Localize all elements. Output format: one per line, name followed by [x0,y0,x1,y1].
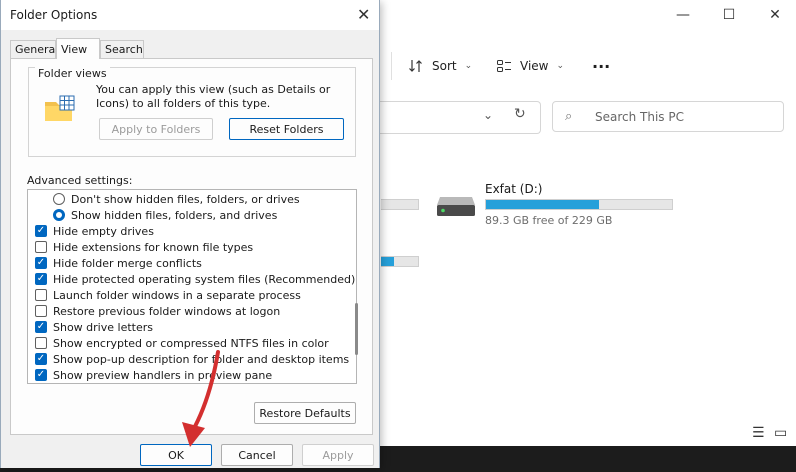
checkbox-option[interactable]: ✓ Show preview handlers in preview pane [35,367,272,383]
checkbox-checked-icon[interactable]: ✓ [35,273,47,285]
checkbox-checked-icon[interactable]: ✓ [35,321,47,333]
search-icon: ⌕ [565,109,573,124]
drive-usage-bar [485,199,673,210]
sort-icon [409,60,422,72]
view-icon [497,60,511,72]
radio-selected-icon[interactable] [53,209,65,221]
drive-usage-fill [486,200,600,209]
checkbox-option[interactable]: ✓ Hide protected operating system files (… [35,271,355,287]
search-input[interactable] [593,108,777,125]
option-label: Restore previous folder windows at logon [53,304,281,318]
reset-folders-button[interactable]: Reset Folders [229,118,344,140]
checkbox-unchecked-icon[interactable] [35,305,47,317]
checkbox-checked-icon[interactable]: ✓ [35,225,47,237]
drive-name: Exfat (D:) [485,182,543,196]
restore-defaults-button[interactable]: Restore Defaults [254,402,356,424]
folder-icon [45,95,75,121]
minimize-button[interactable]: — [660,2,706,28]
sort-button[interactable]: Sort ⌄ [408,54,472,78]
drive-free-space: 89.3 GB free of 229 GB [485,214,613,227]
folder-views-title: Folder views [35,67,110,80]
refresh-icon[interactable]: ↻ [514,106,526,122]
radio-unselected-icon[interactable] [53,193,65,205]
option-label: Show hidden files, folders, and drives [71,208,278,222]
checkbox-option[interactable]: ✓ Show drive letters [35,319,153,335]
checkbox-option[interactable]: Hide extensions for known file types [35,239,253,255]
option-label: Hide extensions for known file types [53,240,254,254]
hard-drive-icon [437,197,475,216]
address-history-chevron-icon[interactable]: ⌄ [483,108,493,122]
tiles-view-icon[interactable]: ▭ [774,425,787,441]
option-label: Show preview handlers in preview pane [53,368,273,382]
more-options-button[interactable]: ··· [592,54,610,78]
checkbox-unchecked-icon[interactable] [35,241,47,253]
drive-usage-bar-partial [381,199,419,210]
checkbox-checked-icon[interactable]: ✓ [35,369,47,381]
option-label: Don't show hidden files, folders, or dri… [71,192,300,206]
command-separator [391,52,392,80]
folder-views-description: You can apply this view (such as Details… [96,83,331,110]
apply-to-folders-button[interactable]: Apply to Folders [99,118,213,140]
tab-search[interactable]: Search [100,40,144,58]
option-label: Launch folder windows in a separate proc… [53,288,301,302]
checkbox-unchecked-icon[interactable] [35,289,47,301]
radio-option[interactable]: Show hidden files, folders, and drives [53,207,277,223]
checkbox-option[interactable]: ✓ Hide folder merge conflicts [35,255,202,271]
checkbox-option[interactable]: Show encrypted or compressed NTFS files … [35,335,329,351]
checkbox-checked-icon[interactable]: ✓ [35,353,47,365]
checkbox-unchecked-icon[interactable] [35,337,47,349]
tab-view[interactable]: View [56,38,100,59]
radio-option[interactable]: Don't show hidden files, folders, or dri… [53,191,300,207]
view-button[interactable]: View ⌄ [496,54,564,78]
close-window-button[interactable]: ✕ [752,2,796,28]
search-box[interactable]: ⌕ [552,101,784,132]
details-view-icon[interactable]: ☰ [752,425,765,441]
view-label: View [520,59,549,73]
maximize-button[interactable]: ☐ [706,2,752,28]
chevron-down-icon: ⌄ [556,61,565,71]
apply-button[interactable]: Apply [302,444,374,466]
sort-label: Sort [432,59,457,73]
option-label: Hide folder merge conflicts [53,256,202,270]
cancel-button[interactable]: Cancel [221,444,293,466]
option-label: Show encrypted or compressed NTFS files … [53,336,329,350]
chevron-down-icon: ⌄ [464,61,473,71]
dialog-title: Folder Options [10,8,98,22]
close-icon[interactable]: ✕ [357,5,370,24]
checkbox-option[interactable]: ✓ Hide empty drives [35,223,154,239]
option-label: Hide protected operating system files (R… [53,272,356,286]
option-label: Show drive letters [53,320,153,334]
option-label: Hide empty drives [53,224,154,238]
tab-general[interactable]: General [10,40,58,58]
dialog-titlebar: Folder Options ✕ [1,0,379,30]
advanced-settings-label: Advanced settings: [27,174,133,187]
checkbox-option[interactable]: Restore previous folder windows at logon [35,303,280,319]
drive-tile[interactable]: Exfat (D:) 89.3 GB free of 229 GB [434,182,684,232]
checkbox-option[interactable]: Launch folder windows in a separate proc… [35,287,301,303]
checkbox-checked-icon[interactable]: ✓ [35,257,47,269]
drive-usage-bar-partial [381,256,419,267]
scrollbar-thumb[interactable] [355,303,358,355]
folder-views-group: Folder views You can apply this view (su… [28,67,356,157]
annotation-arrow-icon [182,350,220,447]
